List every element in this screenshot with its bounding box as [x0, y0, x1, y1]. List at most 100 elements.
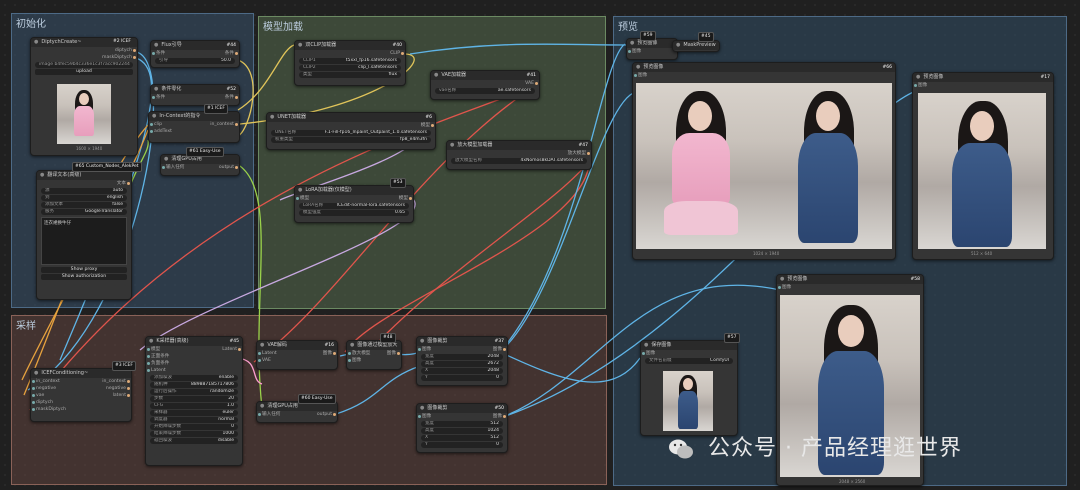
input-in-context[interactable]: in_context	[36, 379, 60, 384]
show-authorization-button[interactable]: Show authorization	[41, 274, 127, 280]
add-text-toggle[interactable]: 添加文本 false	[41, 202, 127, 208]
clip1-select[interactable]: CLIP1 t5xxl_fp16.safetensors	[299, 58, 401, 64]
output-clip[interactable]: CLIP	[390, 50, 400, 57]
from-lang-select[interactable]: 源 auto	[41, 188, 127, 194]
node-preview-small[interactable]: 预览图像 图像	[626, 38, 678, 60]
node-preview-main[interactable]: 预览图像 #66 图像 1024 × 1940	[632, 62, 896, 260]
crop-height-field[interactable]: 高度 1024	[421, 428, 503, 434]
node-upscale-loader[interactable]: 放大模型加载器 #47 放大模型 放大模型名称4xNomos8kDAT.safe…	[446, 140, 592, 170]
node-flux-guidance[interactable]: Flux引导 #44 条件条件 引导50.0	[150, 40, 240, 68]
node-diptych-create[interactable]: DiptychCreate~ diptych maskDiptych image…	[30, 37, 138, 156]
cfg-field[interactable]: CFG 1.0	[150, 403, 238, 409]
input-image[interactable]: 图像	[352, 358, 361, 363]
node-gpu-clean[interactable]: 清理GPU占用 输入任何output	[160, 154, 240, 176]
output-image[interactable]: 图像	[493, 346, 502, 353]
output-model[interactable]: 模型	[421, 122, 430, 129]
translate-text-area[interactable]: 连衣裙换牛仔	[41, 217, 127, 265]
steps-field[interactable]: 步数 20	[150, 396, 238, 402]
input-positive[interactable]: 正面条件	[151, 354, 169, 359]
output-negative[interactable]: negative	[106, 385, 126, 392]
node-save-image[interactable]: 保存图像 图像 文件名前缀ComfyUI	[640, 340, 738, 436]
show-proxy-button[interactable]: Show proxy	[41, 267, 127, 273]
output-image[interactable]: 图像	[493, 413, 502, 420]
scheduler-field[interactable]: 调度器 normal	[150, 417, 238, 423]
lora-name-select[interactable]: LoRA名称 ICEdit-normal-lora.safetensors	[299, 203, 409, 209]
node-vae-loader[interactable]: VAE加载器 #41 VAE vae名称ae.safetensors	[430, 70, 540, 100]
crop-y-field[interactable]: Y0	[421, 375, 503, 381]
input-image[interactable]: 图像	[638, 73, 647, 78]
node-vae-decode[interactable]: VAE解码 #16 Latent图像 VAE	[256, 340, 338, 370]
input-model[interactable]: 模型	[151, 347, 160, 352]
input-cond[interactable]: 条件	[156, 95, 165, 100]
output-latent[interactable]: latent	[113, 392, 126, 399]
upload-button[interactable]: upload	[35, 69, 133, 75]
output-image[interactable]: 图像	[323, 350, 332, 357]
weight-type-select[interactable]: 权重类型 fp8_e4m3fn	[271, 137, 431, 143]
input-any[interactable]: 输入任何	[166, 165, 184, 170]
input-negative[interactable]: 负面条件	[151, 361, 169, 366]
node-lora-loader[interactable]: LoRA加载器(仅模型) 模型模型 LoRA名称ICEdit-normal-lo…	[294, 185, 414, 223]
crop-height-field[interactable]: 高度 2672	[421, 361, 503, 367]
input-clip[interactable]: clip	[154, 122, 162, 127]
node-upscale[interactable]: 图像通过模型放大 放大模型图像 图像	[346, 340, 402, 370]
node-translate[interactable]: 翻译文本(高级) 文本 源auto 到english 添加文本false 服务G…	[36, 170, 132, 300]
node-unet-loader[interactable]: UNET加载器 #6 模型 UNET名称F.1-Fill-fp16_Inpain…	[266, 112, 436, 150]
output-diptych[interactable]: diptych	[115, 47, 132, 54]
input-image[interactable]: 图像	[422, 414, 431, 419]
sampler-field[interactable]: 采样器 euler	[150, 410, 238, 416]
node-icef-conditioning[interactable]: ICEFConditioning~ in_contextin_context n…	[30, 368, 132, 422]
crop-y-field[interactable]: Y0	[421, 442, 503, 448]
node-incontext[interactable]: In-Context的指令 clipin_context addText	[148, 111, 240, 143]
output-mask-diptych[interactable]: maskDiptych	[102, 54, 132, 61]
output-latent[interactable]: Latent	[222, 346, 237, 353]
output-text[interactable]: 文本	[117, 180, 126, 187]
input-upscale-model[interactable]: 放大模型	[352, 351, 370, 356]
clip2-select[interactable]: CLIP2 clip_l.safetensors	[299, 65, 401, 71]
output-model[interactable]: 模型	[399, 195, 408, 202]
node-gpu-clean-2[interactable]: 清理GPU占用 输入任何output	[256, 401, 338, 423]
input-add-text[interactable]: addText	[154, 129, 172, 134]
image-select[interactable]: image b4fec59b4c336e1c3f7acc902244	[35, 62, 133, 68]
crop-width-field[interactable]: 宽度 512	[421, 421, 503, 427]
vae-name-select[interactable]: vae名称 ae.safetensors	[435, 88, 535, 94]
output-in-context[interactable]: in_context	[102, 378, 126, 385]
node-crop-2[interactable]: 图像裁剪 #50 图像 图像 宽度512 高度1024 X512 Y0	[416, 403, 508, 453]
filename-prefix-field[interactable]: 文件名前缀 ComfyUI	[645, 358, 733, 364]
input-model[interactable]: 模型	[300, 196, 309, 201]
clip-type-select[interactable]: 类型 flux	[299, 72, 401, 78]
service-select[interactable]: 服务 GoogleTranslator	[41, 209, 127, 215]
input-negative[interactable]: negative	[36, 386, 56, 391]
add-noise-field[interactable]: 添加噪波 enable	[150, 375, 238, 381]
input-latent[interactable]: Latent	[262, 351, 277, 356]
to-lang-select[interactable]: 到 english	[41, 195, 127, 201]
model-strength-field[interactable]: 模型强度 0.65	[299, 210, 409, 216]
output-cond[interactable]: 条件	[225, 94, 234, 101]
seed-field[interactable]: 随机种 889887185717806	[150, 382, 238, 388]
input-image[interactable]: 图像	[422, 347, 431, 352]
guidance-field[interactable]: 引导 50.0	[155, 58, 235, 64]
node-preview-crop[interactable]: 预览图像 #17 图像 512 × 640	[912, 72, 1054, 260]
input-latent[interactable]: Latent	[151, 368, 166, 373]
input-image[interactable]: 图像	[646, 351, 655, 356]
input-image[interactable]: 图像	[782, 285, 791, 290]
input-vae[interactable]: vae	[36, 393, 44, 398]
return-noise-field[interactable]: 返回噪波 disable	[150, 438, 238, 444]
start-step-field[interactable]: 开始降噪步数 0	[150, 424, 238, 430]
end-step-field[interactable]: 结束降噪步数 1000	[150, 431, 238, 437]
input-image[interactable]: 图像	[918, 83, 927, 88]
output-any[interactable]: output	[317, 411, 332, 418]
output-cond[interactable]: 条件	[225, 50, 234, 57]
crop-width-field[interactable]: 宽度 2048	[421, 354, 503, 360]
node-crop-1[interactable]: 图像裁剪 #37 图像 图像 宽度2048 高度2672 X2048 Y0	[416, 336, 508, 386]
crop-x-field[interactable]: X 2048	[421, 368, 503, 374]
control-after-field[interactable]: 运行后操作 randomize	[150, 389, 238, 395]
node-ksampler[interactable]: K采样器(高级) #45 模型 Latent 正面条件 负面条件 Latent 添…	[145, 336, 243, 466]
input-mask-diptych[interactable]: maskDiptych	[36, 407, 66, 412]
input-cond[interactable]: 条件	[156, 51, 165, 56]
output-in-context[interactable]: in_context	[210, 121, 234, 128]
input-image[interactable]: 图像	[632, 49, 641, 54]
unet-name-select[interactable]: UNET名称 F.1-Fill-fp16_Inpaint_Outpaint_1.0…	[271, 130, 431, 136]
input-diptych[interactable]: diptych	[36, 400, 53, 405]
output-image[interactable]: 图像	[387, 350, 396, 357]
output-vae[interactable]: VAE	[525, 80, 534, 87]
